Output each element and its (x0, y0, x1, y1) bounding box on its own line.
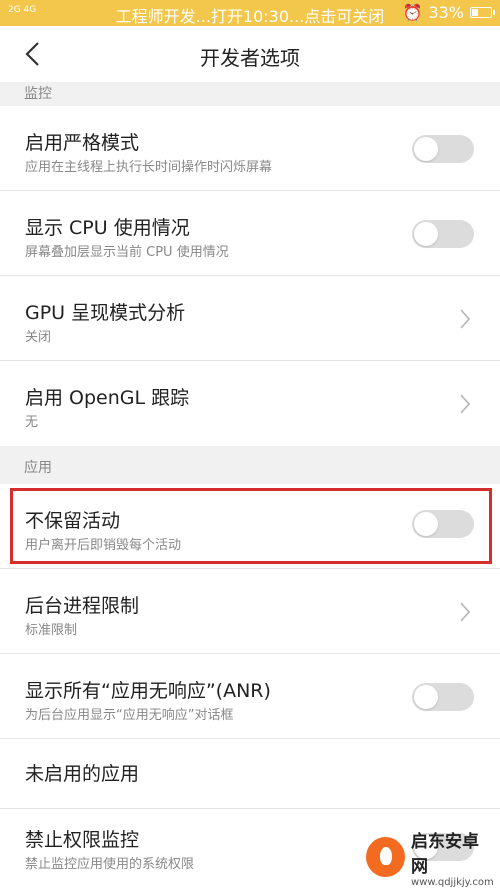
setting-row-opengl-trace[interactable]: 启用 OpenGL 跟踪 无 (0, 361, 500, 446)
alarm-icon: ⏰ (402, 3, 423, 22)
show-cpu-toggle[interactable] (412, 220, 474, 248)
watermark-text: 启东安卓网 www.qdjjkjy.com (411, 827, 494, 888)
setting-subtitle: 应用在主线程上执行长时间操作时闪烁屏幕 (25, 160, 273, 175)
setting-title: 显示 CPU 使用情况 (25, 217, 190, 239)
section-header-apps: 应用 (0, 446, 500, 484)
setting-row-dont-keep-activities[interactable]: 不保留活动 用户离开后即销毁每个活动 (0, 484, 500, 569)
setting-row-show-anr[interactable]: 显示所有“应用无响应”(ANR) 为后台应用显示“应用无响应”对话框 (0, 654, 500, 739)
setting-title: 启用 OpenGL 跟踪 (25, 387, 190, 409)
setting-row-show-cpu[interactable]: 显示 CPU 使用情况 屏幕叠加层显示当前 CPU 使用情况 (0, 191, 500, 276)
battery-icon (470, 7, 495, 18)
setting-title: 不保留活动 (25, 510, 121, 532)
strict-mode-toggle[interactable] (412, 135, 474, 163)
battery-percent: 33% (428, 3, 464, 22)
status-right-group: ⏰ 33% (402, 3, 495, 22)
setting-subtitle: 无 (25, 415, 39, 430)
chevron-right-icon (460, 394, 471, 414)
watermark-logo-icon (366, 837, 406, 877)
setting-row-strict-mode[interactable]: 启用严格模式 应用在主线程上执行长时间操作时闪烁屏幕 (0, 106, 500, 191)
watermark-url: www.qdjjkjy.com (411, 876, 494, 888)
toggle-knob (414, 222, 438, 246)
setting-title: 显示所有“应用无响应”(ANR) (25, 680, 271, 702)
setting-title: 启用严格模式 (25, 132, 140, 154)
toggle-knob (414, 685, 438, 709)
status-bar: 2G 4G 工程师开发...打开10:30...点击可关闭 ⏰ 33% (0, 0, 500, 26)
setting-subtitle: 屏幕叠加层显示当前 CPU 使用情况 (25, 245, 229, 260)
section-header-monitor: 监控 (0, 82, 500, 106)
toggle-knob (414, 137, 438, 161)
setting-subtitle: 用户离开后即销毁每个活动 (25, 538, 182, 553)
setting-title: 禁止权限监控 (25, 829, 140, 851)
watermark-brand: 启东安卓网 (411, 831, 480, 877)
setting-row-background-limit[interactable]: 后台进程限制 标准限制 (0, 569, 500, 654)
setting-subtitle: 标准限制 (25, 623, 78, 638)
chevron-right-icon (460, 309, 471, 329)
setting-title: 后台进程限制 (25, 595, 140, 617)
setting-subtitle: 关闭 (25, 330, 52, 345)
chevron-right-icon (460, 602, 471, 622)
toggle-knob (414, 512, 438, 536)
dont-keep-activities-toggle[interactable] (412, 510, 474, 538)
setting-row-inactive-apps[interactable]: 未启用的应用 (0, 739, 500, 809)
show-anr-toggle[interactable] (412, 683, 474, 711)
setting-subtitle: 为后台应用显示“应用无响应”对话框 (25, 708, 234, 723)
setting-subtitle: 禁止监控应用使用的系统权限 (25, 857, 195, 872)
setting-title: GPU 呈现模式分析 (25, 302, 186, 324)
page-title: 开发者选项 (200, 46, 300, 70)
header-bar: 开发者选项 (0, 26, 500, 82)
watermark: 启东安卓网 www.qdjjkjy.com (366, 827, 494, 888)
setting-row-gpu-profile[interactable]: GPU 呈现模式分析 关闭 (0, 276, 500, 361)
setting-title: 未启用的应用 (25, 763, 140, 785)
